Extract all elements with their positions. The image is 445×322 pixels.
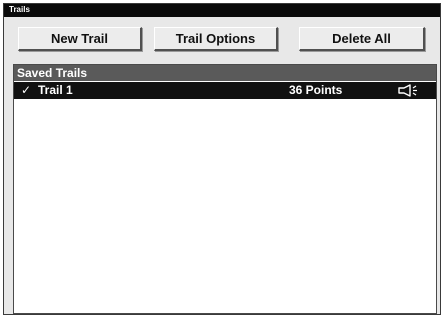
list-header-label: Saved Trails xyxy=(17,66,88,80)
trail-name: Trail 1 xyxy=(38,83,73,97)
trail-points: 36 Points xyxy=(289,83,343,97)
speaker-icon[interactable] xyxy=(397,84,419,97)
new-trail-button[interactable]: New Trail xyxy=(18,27,142,51)
window-title: Trails xyxy=(9,5,30,14)
trail-options-button[interactable]: Trail Options xyxy=(154,27,278,51)
title-bar: Trails xyxy=(4,4,440,17)
checkmark-icon[interactable]: ✓ xyxy=(21,82,31,99)
delete-all-button[interactable]: Delete All xyxy=(299,27,425,51)
saved-trails-list[interactable]: Saved Trails ✓ Trail 1 36 Points xyxy=(13,64,437,314)
trails-window: Trails New Trail Trail Options Delete Al… xyxy=(3,3,441,315)
list-header: Saved Trails xyxy=(14,65,436,81)
list-item-trail[interactable]: ✓ Trail 1 36 Points xyxy=(14,82,436,99)
